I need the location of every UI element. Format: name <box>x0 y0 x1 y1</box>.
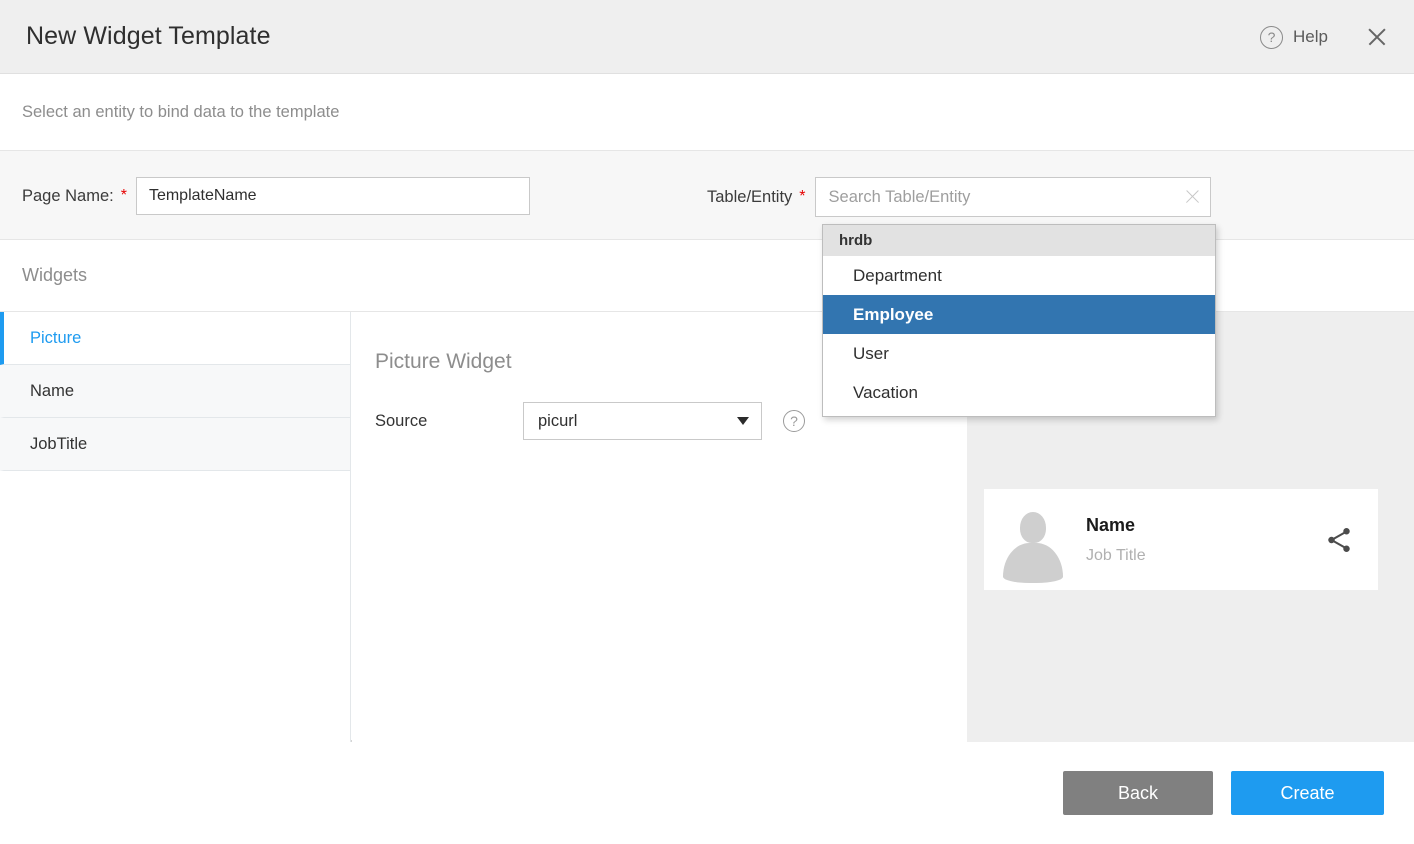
chevron-down-icon <box>737 417 749 425</box>
page-name-input[interactable] <box>136 177 530 215</box>
source-select[interactable]: picurl <box>523 402 762 440</box>
question-circle-icon: ? <box>1260 26 1283 49</box>
sidebar-item-name[interactable]: Name <box>0 365 350 418</box>
back-button[interactable]: Back <box>1063 771 1213 815</box>
page-title: New Widget Template <box>26 22 271 51</box>
subtitle-text: Select an entity to bind data to the tem… <box>22 103 339 122</box>
dropdown-item-user[interactable]: User <box>823 334 1215 373</box>
table-entity-required-marker: * <box>799 189 805 205</box>
source-label: Source <box>375 412 523 431</box>
page-name-label: Page Name: <box>22 187 114 206</box>
table-entity-dropdown: hrdb Department Employee User Vacation <box>822 224 1216 417</box>
page-name-required-marker: * <box>121 188 127 204</box>
sidebar-item-jobtitle[interactable]: JobTitle <box>0 418 350 471</box>
help-label: Help <box>1293 27 1328 47</box>
person-avatar-icon <box>1000 507 1066 573</box>
dropdown-item-vacation[interactable]: Vacation <box>823 373 1215 412</box>
help-button[interactable]: ? Help <box>1252 20 1336 55</box>
search-input[interactable] <box>815 177 1211 217</box>
preview-card-text: Name Job Title <box>1086 515 1324 565</box>
source-help-icon[interactable]: ? <box>783 410 805 432</box>
table-entity-label: Table/Entity <box>707 188 792 207</box>
dialog-header: New Widget Template ? Help <box>0 0 1414 74</box>
source-select-value: picurl <box>538 412 577 431</box>
page-name-field-group: Page Name: * <box>22 177 530 215</box>
create-button[interactable]: Create <box>1231 771 1384 815</box>
header-actions: ? Help <box>1252 0 1392 74</box>
dropdown-group-header: hrdb <box>823 225 1215 256</box>
close-icon[interactable] <box>1362 22 1392 52</box>
preview-card: Name Job Title <box>984 489 1378 590</box>
subtitle-bar: Select an entity to bind data to the tem… <box>0 74 1414 151</box>
dropdown-item-employee[interactable]: Employee <box>823 295 1215 334</box>
widgets-sidebar: Picture Name JobTitle <box>0 312 351 742</box>
share-icon[interactable] <box>1324 525 1354 555</box>
preview-job-title: Job Title <box>1086 547 1324 565</box>
dropdown-item-department[interactable]: Department <box>823 256 1215 295</box>
table-entity-field-group: Table/Entity * <box>707 177 1211 217</box>
preview-name: Name <box>1086 515 1324 536</box>
widgets-title: Widgets <box>22 265 87 286</box>
new-widget-template-dialog: New Widget Template ? Help Select an ent… <box>0 0 1414 844</box>
sidebar-item-picture[interactable]: Picture <box>0 312 350 365</box>
clear-x-icon[interactable] <box>1184 188 1201 205</box>
table-entity-search-wrap <box>815 177 1211 217</box>
dialog-footer: Back Create <box>0 744 1414 844</box>
